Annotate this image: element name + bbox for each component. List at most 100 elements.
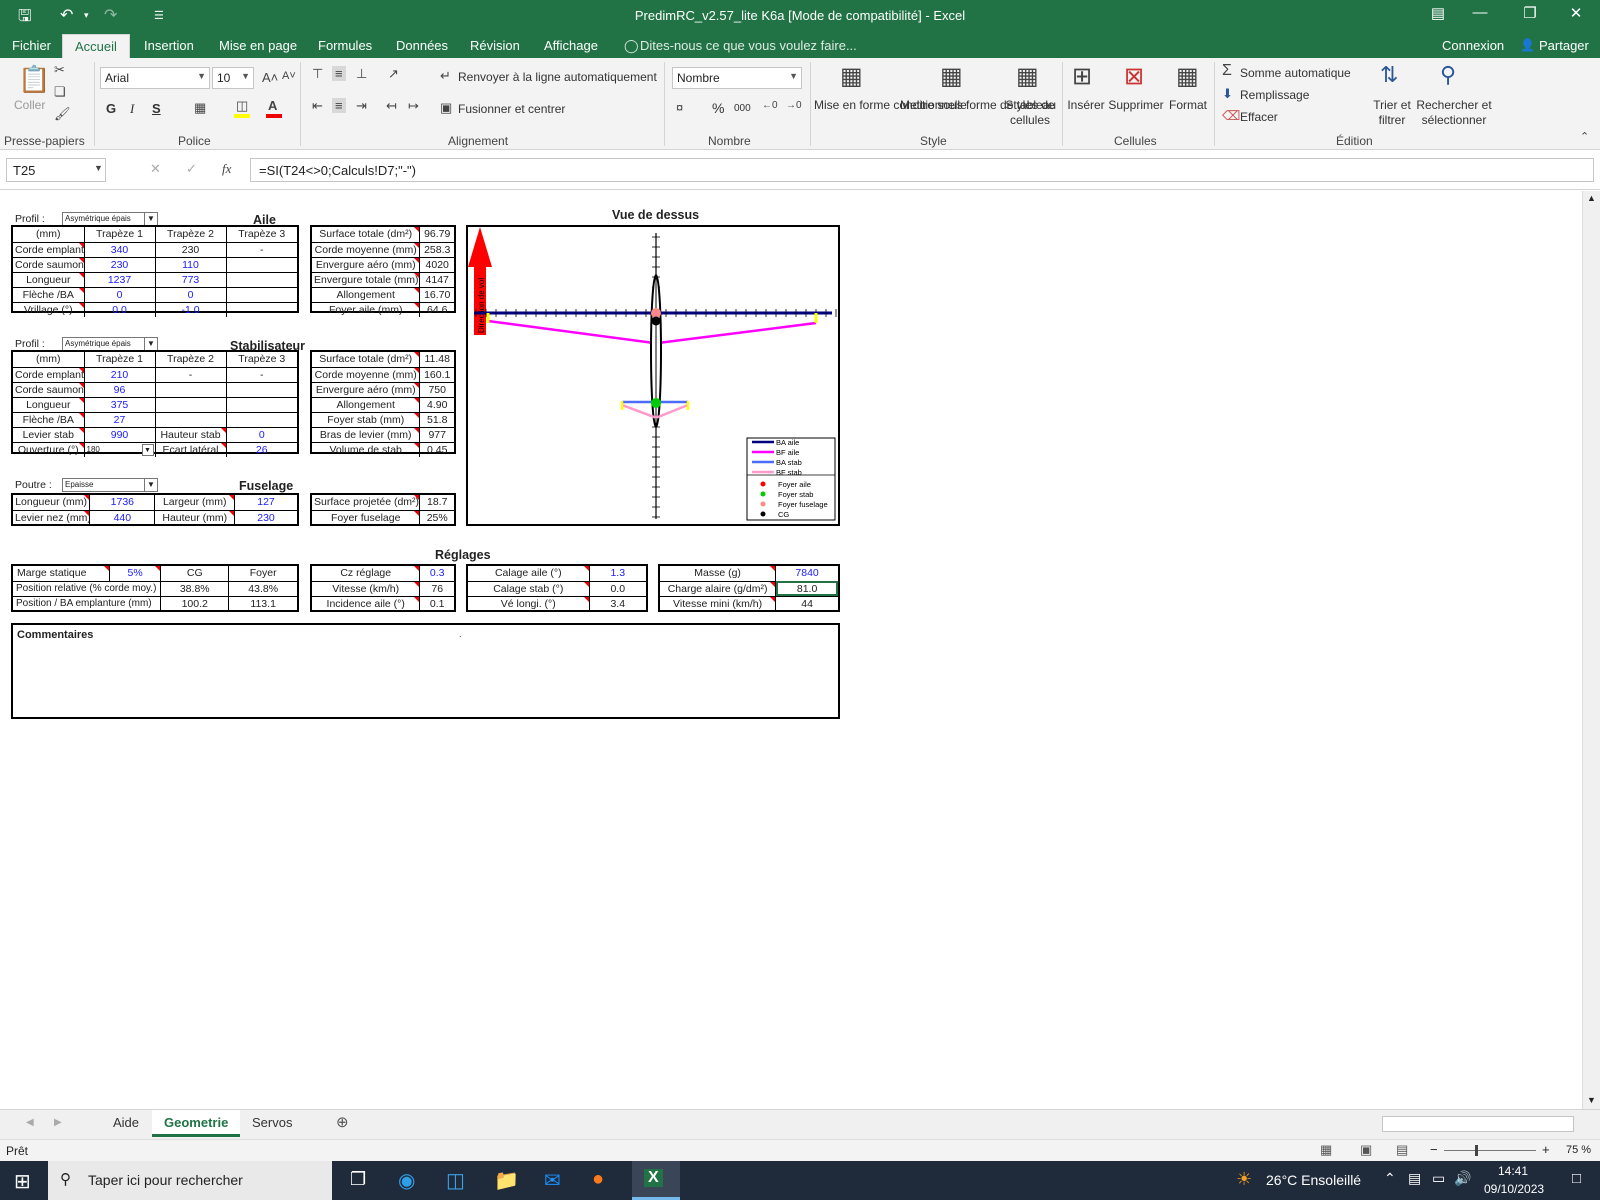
cut-icon[interactable]: ✂	[54, 62, 65, 78]
align-bottom-icon[interactable]: ⊥	[356, 66, 367, 82]
merge-center-button[interactable]: Fusionner et centrer	[458, 102, 565, 116]
copy-icon[interactable]: ❏	[54, 84, 66, 100]
restore-button[interactable]: ❐	[1510, 4, 1550, 28]
fill-button[interactable]: Remplissage	[1240, 88, 1309, 102]
worksheet[interactable]: Profil : Asymétrique épais ▼ Aile (mm) Tra…	[0, 191, 1582, 1109]
format-cells-button[interactable]: Format	[1164, 98, 1212, 113]
cell-value[interactable]: 27	[83, 411, 156, 428]
insert-cells-icon[interactable]: ⊞	[1072, 62, 1092, 91]
font-color-icon[interactable]: A	[268, 98, 277, 113]
volume-icon[interactable]: 🔊	[1454, 1170, 1471, 1187]
scroll-tabs-right-icon[interactable]: ▶	[54, 1117, 62, 1128]
page-break-icon[interactable]: ▤	[1396, 1142, 1408, 1158]
cell-value[interactable]: 440	[89, 509, 156, 525]
vertical-scrollbar[interactable]: ▲ ▼	[1582, 191, 1600, 1109]
underline-button[interactable]: S	[152, 101, 161, 116]
zoom-thumb[interactable]	[1475, 1145, 1478, 1156]
autosum-icon[interactable]: Σ	[1222, 62, 1232, 80]
insert-cells-button[interactable]: Insérer	[1064, 98, 1108, 113]
zoom-out-icon[interactable]: −	[1430, 1142, 1438, 1157]
name-box[interactable]: T25	[6, 158, 106, 182]
cell-value[interactable]: 0	[83, 286, 156, 303]
scroll-down-icon[interactable]: ▼	[1587, 1095, 1596, 1105]
taskbar-search[interactable]: ⚲ Taper ici pour rechercher	[48, 1161, 332, 1200]
fuselage-beam-dropdown[interactable]: Epaisse ▼	[62, 478, 158, 492]
tray-chevron-icon[interactable]: ⌃	[1384, 1170, 1396, 1187]
italic-button[interactable]: I	[130, 101, 134, 117]
percent-button[interactable]: %	[712, 100, 724, 116]
autosum-button[interactable]: Somme automatique	[1240, 66, 1351, 80]
insert-function-icon[interactable]: fx	[222, 161, 231, 177]
paste-button[interactable]: Coller	[14, 98, 45, 112]
shrink-font-icon[interactable]: A˅	[282, 70, 296, 82]
cell-value[interactable]: 0	[154, 286, 227, 303]
task-view-icon[interactable]: ❐	[350, 1169, 366, 1190]
thousands-button[interactable]: 000	[734, 103, 751, 114]
eraser-icon[interactable]: ⌫	[1222, 108, 1240, 124]
tell-me-input[interactable]: Dites-nous ce que vous voulez faire...	[640, 38, 857, 53]
horizontal-scrollbar[interactable]	[1382, 1116, 1574, 1132]
cell-value[interactable]: 0.0	[83, 301, 156, 317]
align-middle-icon[interactable]: ≡	[332, 66, 346, 81]
cell-styles-button[interactable]: Styles de cellules	[1004, 98, 1056, 128]
chevron-down-icon[interactable]: ▼	[141, 443, 154, 456]
clock-time[interactable]: 14:41	[1498, 1164, 1528, 1178]
scroll-up-icon[interactable]: ▲	[1587, 193, 1596, 203]
sheet-tab-geometrie[interactable]: Geometrie	[152, 1110, 241, 1137]
format-painter-icon[interactable]: 🖌	[54, 106, 71, 122]
cell-value[interactable]: 127	[234, 495, 297, 511]
zoom-in-icon[interactable]: +	[1542, 1142, 1550, 1157]
cell-value[interactable]: -1.0	[154, 301, 227, 317]
sort-filter-icon[interactable]: ⇅	[1380, 62, 1398, 88]
firefox-icon[interactable]: ●	[592, 1168, 604, 1191]
cell-value[interactable]: 0	[225, 426, 297, 443]
signin-link[interactable]: Connexion	[1442, 38, 1504, 53]
cell-value[interactable]: 375	[83, 396, 156, 413]
cell-value[interactable]: 210	[83, 366, 156, 383]
decrease-indent-icon[interactable]: ↤	[386, 98, 397, 114]
cell-styles-icon[interactable]: ▦	[1016, 62, 1039, 91]
cell-value[interactable]: 1736	[89, 495, 156, 511]
namebox-dropdown-icon[interactable]: ▼	[94, 163, 103, 173]
comments-box[interactable]: Commentaires .	[11, 623, 840, 719]
edge-icon[interactable]: ◉	[398, 1168, 415, 1193]
font-size-combo[interactable]: 10 ▼	[212, 67, 254, 89]
zoom-level[interactable]: 75 %	[1566, 1144, 1591, 1156]
fill-icon[interactable]: ⬇	[1222, 86, 1233, 102]
confirm-entry-icon[interactable]: ✓	[186, 161, 197, 177]
delete-cells-button[interactable]: Supprimer	[1108, 98, 1164, 113]
conditional-format-icon[interactable]: ▦	[840, 62, 863, 91]
paste-icon[interactable]: 📋	[18, 64, 50, 95]
normal-view-icon[interactable]: ▦	[1320, 1142, 1332, 1158]
decrease-decimal-icon[interactable]: →0	[786, 100, 802, 111]
cell-value[interactable]: 7840	[775, 566, 838, 582]
cell-value[interactable]: 26	[225, 441, 297, 457]
cell-value[interactable]: 230	[234, 509, 297, 525]
cell-value[interactable]: 0.3	[419, 566, 454, 582]
wrap-text-icon[interactable]: ↵	[440, 68, 451, 84]
clear-button[interactable]: Effacer	[1240, 110, 1278, 124]
number-format-combo[interactable]: Nombre ▼	[672, 67, 802, 89]
currency-icon[interactable]: ¤	[676, 100, 683, 115]
excel-taskbar-button[interactable]: X	[632, 1161, 680, 1200]
notifications-icon[interactable]: □	[1572, 1170, 1581, 1187]
conditional-format-button[interactable]: Mise en forme conditionnelle	[814, 98, 967, 113]
tab-mise-en-page[interactable]: Mise en page	[219, 38, 297, 53]
minimize-button[interactable]: —	[1460, 4, 1500, 28]
merge-center-icon[interactable]: ▣	[440, 100, 452, 116]
align-left-icon[interactable]: ⇤	[312, 98, 323, 114]
increase-indent-icon[interactable]: ↦	[408, 98, 419, 114]
tab-revision[interactable]: Révision	[470, 38, 520, 53]
weather-text[interactable]: 26°C Ensoleillé	[1266, 1172, 1361, 1188]
cancel-entry-icon[interactable]: ✕	[150, 161, 161, 177]
tab-formules[interactable]: Formules	[318, 38, 372, 53]
mail-icon[interactable]: ✉	[544, 1168, 561, 1193]
tab-accueil[interactable]: Accueil	[62, 34, 130, 58]
format-as-table-icon[interactable]: ▦	[940, 62, 963, 91]
increase-decimal-icon[interactable]: ←0	[762, 100, 778, 111]
ribbon-display-icon[interactable]: ▤	[1418, 4, 1458, 28]
tab-affichage[interactable]: Affichage	[544, 38, 598, 53]
font-name-combo[interactable]: Arial ▼	[100, 67, 210, 89]
add-sheet-icon[interactable]: ⊕	[336, 1113, 349, 1131]
format-as-table-button[interactable]: Mettre sous forme de tableau	[900, 98, 1056, 113]
